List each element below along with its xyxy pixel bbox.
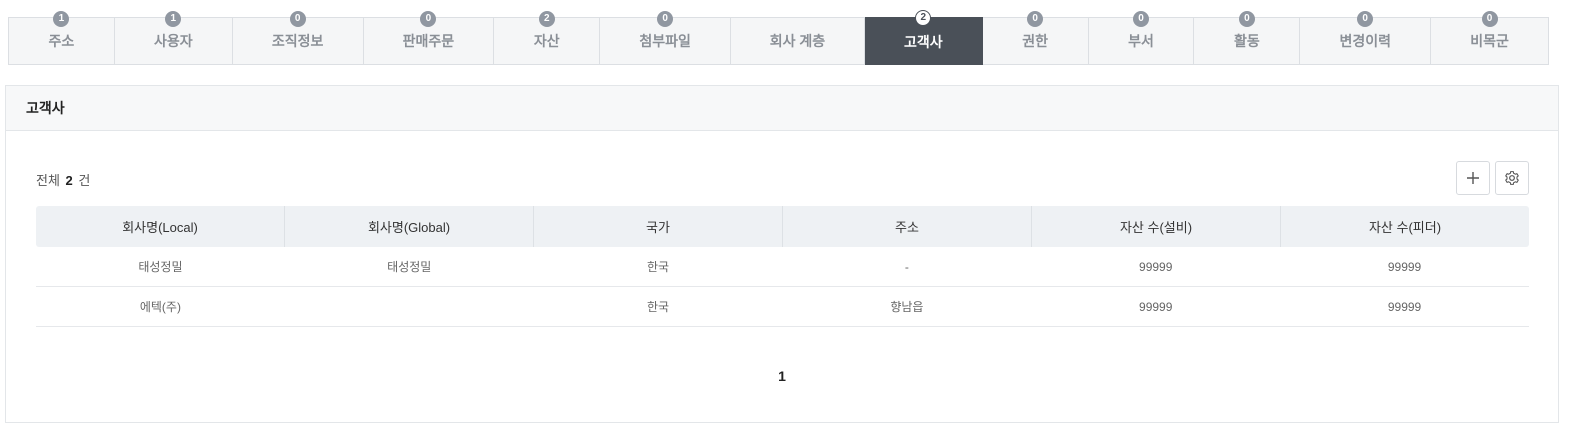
tab-label: 첨부파일 [639,33,691,49]
table-cell: 99999 [1387,299,1422,314]
table-settings-button[interactable] [1495,161,1529,195]
table-cell: - [904,259,909,274]
tab-label: 활동 [1233,33,1260,49]
tab-label: 부서 [1128,33,1154,49]
panel-title: 고객사 [26,100,65,116]
plus-icon [1467,172,1479,184]
table-row[interactable]: 에텍(주) 한국 향남읍 99999 99999 [36,287,1529,327]
tab-company-hierarchy[interactable]: 회사 계층 [731,18,865,64]
tab-bar: 1 주소 1 사용자 0 조직정보 0 판매주문 2 자산 0 첨부파일 회사 … [8,10,1549,65]
tab-label: 판매주문 [402,33,455,49]
tab-count-badge: 0 [1133,11,1149,27]
tab-label: 변경이력 [1339,33,1391,49]
column-header[interactable]: 자산 수(피더) [1281,206,1529,247]
tab-count-badge: 2 [538,11,555,27]
column-header[interactable]: 회사명(Local) [36,206,285,247]
tab-count-badge: 0 [420,11,437,27]
table-cell: 향남읍 [890,300,924,314]
tab-expense-group[interactable]: 0 비목군 [1431,11,1548,64]
table-cell: 한국 [647,260,670,274]
tab-address[interactable]: 1 주소 [9,11,115,64]
tab-sales-orders[interactable]: 0 판매주문 [364,11,495,64]
tab-label: 비목군 [1470,33,1509,49]
tab-label: 자산 [533,33,560,49]
panel-header: 고객사 [6,86,1558,131]
tab-count-badge: 0 [1481,11,1498,27]
total-count: 전체 2 건 [36,170,90,189]
tab-count-badge: 0 [1238,11,1255,27]
table-cell: 태성정밀 [138,260,183,274]
tab-change-history[interactable]: 0 변경이력 [1300,11,1432,64]
table-row[interactable]: 태성정밀 태성정밀 한국 - 99999 99999 [36,247,1529,287]
tab-organization[interactable]: 0 조직정보 [233,11,364,64]
customers-panel: 고객사 전체 2 건 회사명(Local) 회사명(Global) 국가 주소 … [5,85,1559,423]
tab-departments[interactable]: 0 부서 [1089,11,1195,64]
column-header[interactable]: 국가 [534,206,783,247]
gear-icon [1505,171,1519,185]
table-cell: 태성정밀 [387,260,432,274]
tab-count-badge: 0 [1357,11,1374,27]
column-header[interactable]: 회사명(Global) [285,206,534,247]
total-number: 2 [65,173,73,188]
tab-attachments[interactable]: 0 첨부파일 [600,11,732,64]
tab-label: 조직정보 [271,33,324,49]
table-header: 회사명(Local) 회사명(Global) 국가 주소 자산 수(설비) 자산… [36,206,1529,247]
tab-count-badge: 0 [657,11,674,27]
tab-label: 사용자 [153,33,193,49]
tab-count-badge: 2 [915,10,932,26]
page-number-current[interactable]: 1 [778,368,786,384]
tab-customers[interactable]: 2 고객사 [864,10,983,65]
tab-count-badge: 0 [1027,11,1044,27]
tab-count-badge: 1 [53,11,70,27]
table-cell: 한국 [647,300,670,314]
tab-count-badge: 1 [165,11,182,27]
tab-count-badge: 0 [289,11,306,27]
column-header[interactable]: 주소 [783,206,1032,247]
total-prefix: 전체 [36,173,60,188]
tab-label: 주소 [48,33,75,49]
column-header[interactable]: 자산 수(설비) [1032,206,1281,247]
tab-label: 권한 [1022,33,1049,49]
tab-assets[interactable]: 2 자산 [494,11,601,64]
total-suffix: 건 [78,173,91,188]
tab-label: 고객사 [903,34,943,50]
customers-table: 회사명(Local) 회사명(Global) 국가 주소 자산 수(설비) 자산… [36,206,1529,327]
tab-label: 회사 계층 [769,33,826,49]
table-cell [285,287,534,326]
pagination: 1 [6,368,1558,386]
table-cell: 99999 [1139,299,1173,314]
table-cell: 99999 [1387,259,1422,274]
tab-permissions[interactable]: 0 권한 [983,11,1089,64]
add-customer-button[interactable] [1456,161,1490,195]
tab-users[interactable]: 1 사용자 [115,11,233,64]
tab-activities[interactable]: 0 활동 [1194,11,1301,64]
table-cell: 99999 [1139,259,1173,274]
table-cell: 에텍(주) [139,300,181,314]
